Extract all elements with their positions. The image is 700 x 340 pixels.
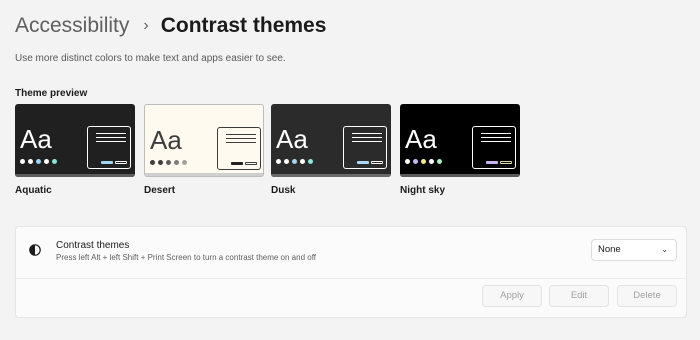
apply-button[interactable]: Apply — [482, 285, 542, 307]
theme-card-night-sky[interactable]: Aa Night sky — [400, 104, 520, 196]
contrast-themes-hint: Press left Alt + left Shift + Print Scre… — [56, 253, 316, 262]
color-swatch — [174, 160, 179, 165]
theme-name-label: Night sky — [400, 185, 446, 196]
color-swatch — [413, 159, 418, 164]
theme-sample-text: Aa — [150, 125, 182, 155]
color-swatch — [308, 159, 313, 164]
color-swatch — [28, 159, 33, 164]
color-swatch — [52, 159, 57, 164]
color-swatches — [276, 159, 313, 164]
contrast-themes-title: Contrast themes — [56, 240, 130, 251]
color-swatch — [276, 159, 281, 164]
color-swatch — [36, 159, 41, 164]
color-swatch — [300, 159, 305, 164]
delete-button[interactable]: Delete — [617, 285, 677, 307]
color-swatch — [284, 159, 289, 164]
color-swatch — [158, 160, 163, 165]
page-title: Contrast themes — [160, 14, 327, 37]
color-swatch — [44, 159, 49, 164]
color-swatch — [429, 159, 434, 164]
contrast-icon — [29, 244, 41, 256]
theme-name-label: Desert — [144, 185, 176, 196]
theme-preview-image: Aa — [400, 104, 520, 177]
color-swatch — [437, 159, 442, 164]
breadcrumb-accessibility-link[interactable]: Accessibility — [15, 14, 129, 38]
theme-preview-label: Theme preview — [15, 88, 88, 99]
color-swatch — [20, 159, 25, 164]
theme-preview-image: Aa — [271, 104, 391, 177]
breadcrumb: Accessibility › Contrast themes — [15, 14, 326, 38]
color-swatches — [405, 159, 442, 164]
contrast-themes-panel: Contrast themes Press left Alt + left Sh… — [15, 226, 687, 318]
theme-accent-bar — [15, 174, 135, 177]
chevron-down-icon: ⌄ — [661, 245, 668, 254]
breadcrumb-separator: › — [143, 17, 149, 34]
theme-accent-bar — [145, 173, 263, 176]
edit-button[interactable]: Edit — [549, 285, 609, 307]
color-swatches — [150, 160, 187, 165]
color-swatch — [182, 160, 187, 165]
theme-card-dusk[interactable]: Aa Dusk — [271, 104, 391, 196]
color-swatch — [292, 159, 297, 164]
theme-accent-bar — [271, 174, 391, 177]
page-description: Use more distinct colors to make text an… — [15, 53, 286, 64]
color-swatches — [20, 159, 57, 164]
theme-sample-text: Aa — [276, 124, 308, 154]
panel-divider — [16, 278, 686, 279]
theme-preview-image: Aa — [144, 104, 264, 177]
color-swatch — [150, 160, 155, 165]
window-preview-icon — [217, 127, 261, 170]
theme-name-label: Aquatic — [15, 185, 52, 196]
theme-sample-text: Aa — [20, 124, 52, 154]
theme-card-desert[interactable]: Aa Desert — [144, 104, 264, 196]
window-preview-icon — [87, 126, 131, 169]
theme-preview-image: Aa — [15, 104, 135, 177]
theme-card-aquatic[interactable]: Aa Aquatic — [15, 104, 135, 196]
theme-name-label: Dusk — [271, 185, 296, 196]
window-preview-icon — [343, 126, 387, 169]
color-swatch — [421, 159, 426, 164]
window-preview-icon — [472, 126, 516, 169]
contrast-theme-select[interactable]: None ⌄ — [591, 239, 677, 261]
contrast-theme-selected-value: None — [598, 244, 621, 255]
theme-accent-bar — [400, 174, 520, 177]
theme-sample-text: Aa — [405, 124, 437, 154]
color-swatch — [405, 159, 410, 164]
color-swatch — [166, 160, 171, 165]
